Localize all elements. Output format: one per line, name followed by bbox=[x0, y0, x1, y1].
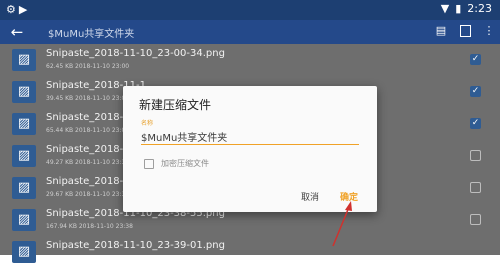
arrow-head bbox=[345, 201, 352, 211]
arrow-line bbox=[332, 206, 350, 247]
annotation-arrow bbox=[332, 201, 352, 247]
